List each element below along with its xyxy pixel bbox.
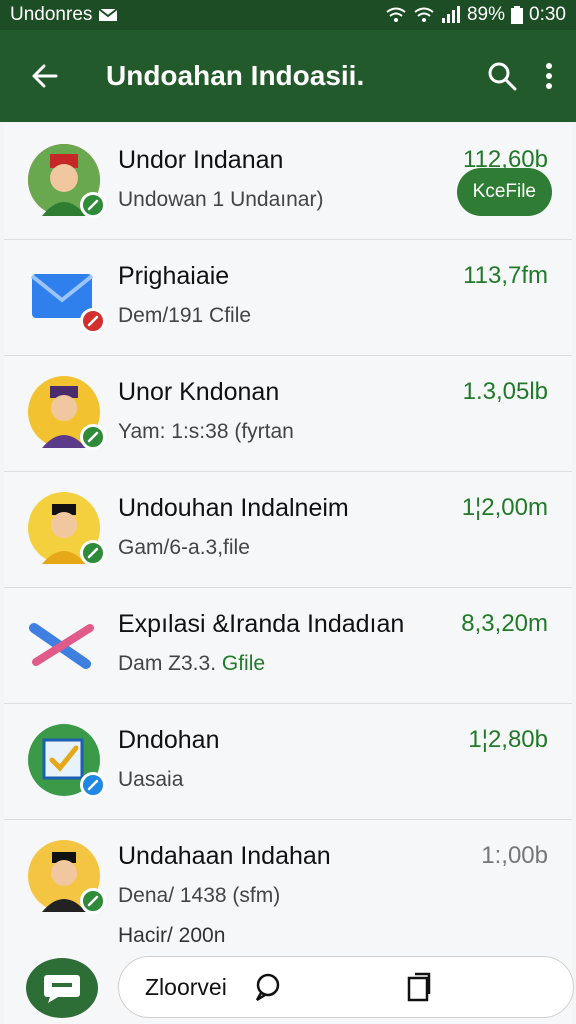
message-icon xyxy=(98,8,119,21)
item-subtitle-date: Dam Z3.3. xyxy=(118,652,217,675)
list-item[interactable]: Prighaiaie Dem/191 Cfile 113,7fm xyxy=(4,240,572,356)
item-name: Undor Indanan xyxy=(118,146,284,174)
item-size: 113,7fm xyxy=(463,262,548,289)
edit-badge-icon xyxy=(80,308,106,334)
page-title: Undoahan Indoasii. xyxy=(106,60,365,91)
avatar xyxy=(28,260,106,334)
back-button[interactable] xyxy=(0,61,90,91)
item-subtitle: Gam/6-a.3,file xyxy=(118,536,250,559)
app-toolbar: Undoahan Indoasii. xyxy=(0,30,576,122)
item-name: Dndohan xyxy=(118,726,220,754)
item-name: Expılasi &Iranda Indadıan xyxy=(118,610,405,638)
item-size: 1¦2,80b xyxy=(468,726,548,753)
wifi-icon-2 xyxy=(414,7,434,22)
clock: 0:30 xyxy=(529,4,566,25)
copy-icon[interactable] xyxy=(405,972,433,1002)
list-item[interactable]: Unor Kndonan Yam: 1:s:38 (fyrtan 1.3,05l… xyxy=(4,356,572,472)
list-item[interactable]: Expılasi &Iranda Indadıan Dam Z3.3. Gfil… xyxy=(4,588,572,704)
item-extra: Hacir/ 200n xyxy=(118,924,226,947)
bottom-bar-label: Zloorvei xyxy=(145,973,227,1000)
carrier-label: Undonres xyxy=(10,4,93,25)
more-vert-icon[interactable] xyxy=(544,61,554,91)
list-item[interactable]: Undor Indanan Undowan 1 Undaınar) 112,60… xyxy=(4,124,572,240)
arrow-left-icon xyxy=(32,64,58,88)
search-icon[interactable] xyxy=(486,60,518,92)
item-subtitle: Undowan 1 Undaınar) xyxy=(118,188,324,211)
avatar xyxy=(28,376,106,450)
avatar xyxy=(28,492,106,566)
bottom-bar[interactable]: Zloorvei xyxy=(118,956,574,1018)
item-subtitle: Dena/ 1438 (sfm) xyxy=(118,884,281,907)
list-item[interactable]: Undouhan Indalneim Gam/6-a.3,file 1¦2,00… xyxy=(4,472,572,588)
avatar xyxy=(28,724,106,798)
list-item[interactable]: Dndohan Uasaia 1¦2,80b xyxy=(4,704,572,820)
file-button[interactable]: KceFile xyxy=(456,168,552,216)
edit-badge-icon xyxy=(80,540,106,566)
chat-icon xyxy=(44,975,80,1003)
item-name: Undahaan Indahan xyxy=(118,842,331,870)
item-size: 8,3,20m xyxy=(461,610,548,637)
wifi-icon xyxy=(386,7,406,22)
item-name: Prighaiaie xyxy=(118,262,230,290)
file-list: Undor Indanan Undowan 1 Undaınar) 112,60… xyxy=(4,124,572,1024)
item-size: 1:,00b xyxy=(481,842,548,869)
avatar xyxy=(28,840,106,914)
item-subtitle: Dem/191 Cfile xyxy=(118,304,252,327)
edit-badge-icon xyxy=(80,772,106,798)
avatar xyxy=(28,608,100,680)
item-size: 1¦2,00m xyxy=(461,494,548,521)
item-size: 1.3,05lb xyxy=(462,378,548,405)
item-subtitle: Uasaia xyxy=(118,768,184,791)
edit-badge-icon xyxy=(80,424,106,450)
item-subtitle-file: Gfile xyxy=(221,652,266,675)
item-subtitle: Yam: 1:s:38 (fyrtan xyxy=(118,420,294,443)
item-name: Unor Kndonan xyxy=(118,378,280,406)
chat-bubble-icon[interactable] xyxy=(253,972,283,1002)
tools-icon xyxy=(29,623,94,669)
battery-icon xyxy=(511,6,524,24)
avatar xyxy=(28,144,106,218)
compose-fab[interactable] xyxy=(26,958,98,1018)
edit-badge-icon xyxy=(80,192,106,218)
edit-badge-icon xyxy=(80,888,106,914)
signal-icon xyxy=(441,6,460,23)
status-bar: Undonres 89% 0:30 xyxy=(0,0,576,30)
item-subtitle: Dam Z3.3. Gfile xyxy=(118,652,265,676)
battery-percent: 89% xyxy=(466,4,506,25)
item-name: Undouhan Indalneim xyxy=(118,494,349,522)
